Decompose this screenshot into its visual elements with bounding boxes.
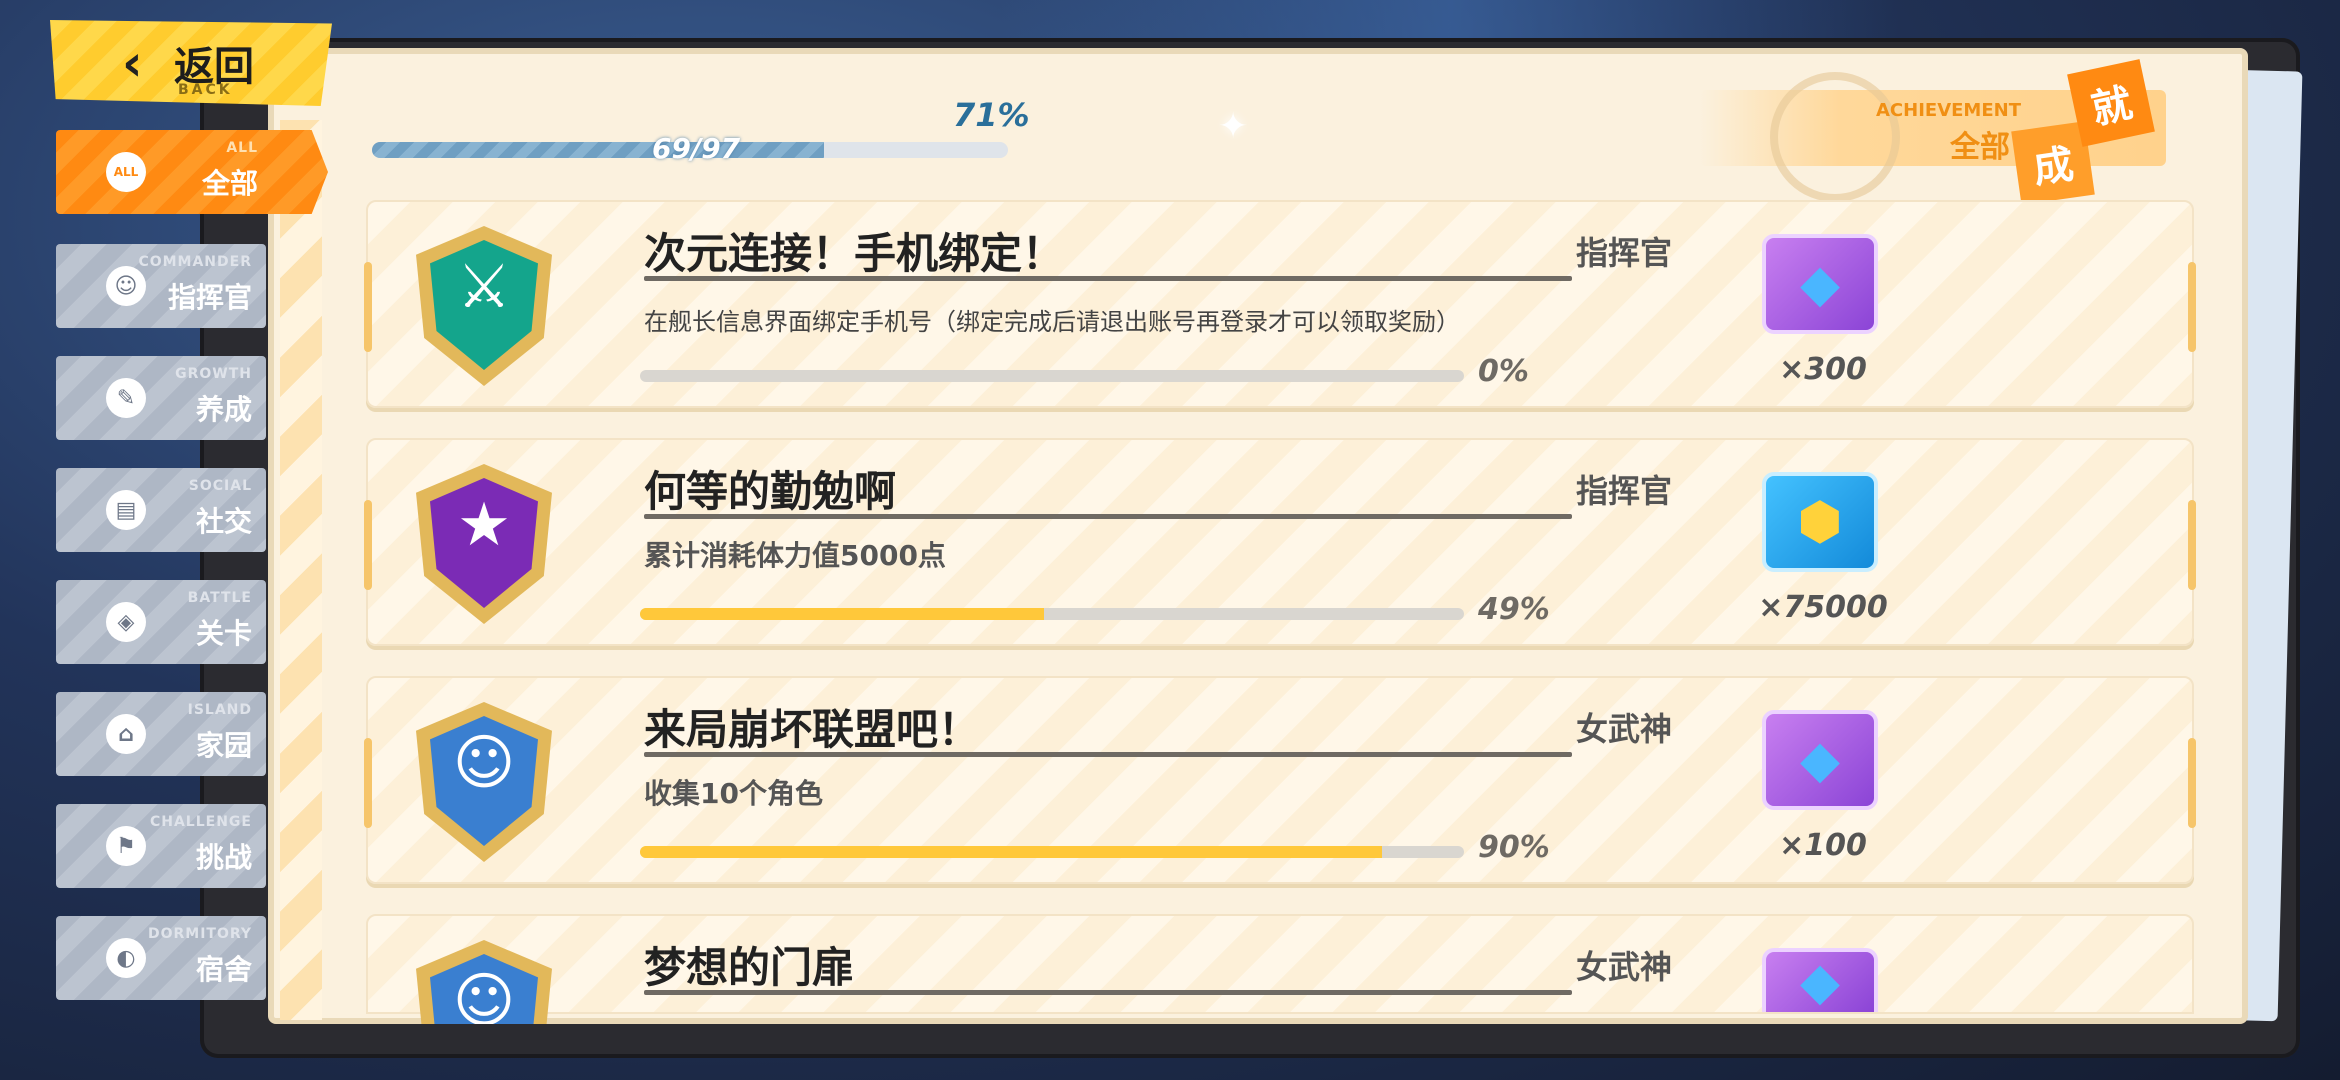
sidebar-item-en: DORMITORY — [147, 926, 252, 942]
achievement-percent: 0% — [1478, 354, 1529, 389]
id-card-icon: ▤ — [106, 490, 146, 530]
sidebar-item-en: GROWTH — [175, 366, 252, 382]
achievement-progress-bar — [640, 370, 1464, 382]
sidebar-item-en: BATTLE — [187, 590, 252, 606]
diamond-target-icon: ◈ — [106, 602, 146, 642]
header-category: 全部 — [1950, 130, 2010, 165]
sidebar-item-label: 全部 — [201, 167, 258, 200]
panel-stripe-edge — [280, 120, 322, 1020]
all-icon: ALL — [106, 152, 146, 192]
achievement-category: 指挥官 — [1575, 234, 1672, 272]
flag-icon: ⚑ — [106, 826, 146, 866]
achievement-category: 女武神 — [1575, 710, 1672, 748]
title-divider — [644, 514, 1572, 519]
dormitory-icon: ◐ — [106, 938, 146, 978]
reward-count: ×300 — [1779, 352, 1867, 387]
sidebar-item-label: 养成 — [195, 393, 252, 426]
title-divider — [644, 276, 1572, 281]
header-tag-jiu: 就 — [2067, 59, 2155, 147]
chevron-left-icon: ‹ — [122, 34, 143, 92]
achievement-badge-star-icon: ★ — [398, 448, 568, 638]
sidebar-item-label: 关卡 — [195, 617, 252, 650]
achievement-badge-gun-icon: ⚔ — [398, 210, 568, 400]
achievement-percent: 90% — [1478, 830, 1550, 865]
crystal-icon[interactable]: ◆ — [1762, 234, 1878, 334]
title-divider — [644, 752, 1572, 757]
achievement-description: 在舰长信息界面绑定手机号（绑定完成后请退出账号再登录才可以领取奖励） — [644, 308, 1460, 336]
crystal-icon[interactable]: ◆ — [1762, 948, 1878, 1012]
overall-progress-count: 69/97 — [652, 132, 741, 165]
notebook-icon: ✎ — [106, 378, 146, 418]
star-glyph: ★ — [457, 490, 511, 560]
sidebar-item-label: 宿舍 — [195, 953, 252, 986]
overall-progress-percent: 71% — [953, 96, 1030, 134]
reward-count: ×75000 — [1758, 590, 1888, 625]
achievement-title: 何等的勤勉啊 — [644, 467, 897, 516]
crystal-icon[interactable]: ◆ — [1762, 710, 1878, 810]
sparkle-icon: ✦ — [1218, 106, 1249, 147]
sidebar-item-label: 挑战 — [195, 841, 252, 874]
achievement-description: 累计消耗体力值5000点 — [644, 539, 946, 572]
achievement-progress-fill — [640, 846, 1382, 858]
sidebar-item-battle[interactable]: ◈ BATTLE 关卡 — [56, 580, 266, 664]
card-nub — [364, 738, 372, 828]
sidebar-item-label: 社交 — [195, 505, 252, 538]
sidebar-item-en: COMMANDER — [138, 254, 252, 270]
achievement-card[interactable]: ★ 何等的勤勉啊 指挥官 累计消耗体力值5000点 49% ⬢ ×75000 — [364, 438, 2196, 646]
sidebar-item-social[interactable]: ▤ SOCIAL 社交 — [56, 468, 266, 552]
sidebar-item-challenge[interactable]: ⚑ CHALLENGE 挑战 — [56, 804, 266, 888]
sidebar-item-island[interactable]: ⌂ ISLAND 家园 — [56, 692, 266, 776]
achievement-progress-fill — [640, 608, 1044, 620]
revolver-glyph: ⚔ — [457, 252, 511, 322]
card-nub — [364, 262, 372, 352]
home-icon: ⌂ — [106, 714, 146, 754]
character-glyph: ☺ — [452, 966, 516, 1024]
achievement-category: 指挥官 — [1575, 472, 1672, 510]
back-sublabel: BACK — [178, 82, 233, 98]
title-divider — [644, 990, 1572, 995]
card-nub — [2188, 262, 2196, 352]
sidebar-item-label: 指挥官 — [167, 281, 252, 314]
achievement-card[interactable]: ☺ 来局崩坏联盟吧！ 女武神 收集10个角色 90% ◆ ×100 — [364, 676, 2196, 884]
achievement-title: 梦想的门扉 — [644, 943, 855, 992]
achievement-card[interactable]: ⚔ 次元连接！手机绑定！ 指挥官 在舰长信息界面绑定手机号（绑定完成后请退出账号… — [364, 200, 2196, 408]
sidebar-item-en: CHALLENGE — [149, 814, 252, 830]
sidebar-item-en: ALL — [226, 140, 258, 156]
sidebar-item-en: SOCIAL — [188, 478, 252, 494]
achievement-card[interactable]: ☺ 梦想的门扉 女武神 ◆ — [366, 914, 2194, 1024]
achievement-badge-character-icon: ☺ — [398, 686, 568, 876]
achievement-category: 女武神 — [1575, 948, 1672, 986]
achievement-title: 来局崩坏联盟吧！ — [644, 705, 981, 754]
coin-icon[interactable]: ⬢ — [1762, 472, 1878, 572]
sidebar-item-growth[interactable]: ✎ GROWTH 养成 — [56, 356, 266, 440]
character-glyph: ☺ — [452, 728, 516, 798]
sidebar-item-en: ISLAND — [187, 702, 252, 718]
sidebar-item-commander[interactable]: ☺ COMMANDER 指挥官 — [56, 244, 266, 328]
sidebar-item-label: 家园 — [195, 729, 252, 762]
achievement-percent: 49% — [1478, 592, 1550, 627]
achievement-progress-bar — [640, 846, 1464, 858]
header-en: ACHIEVEMENT — [1876, 100, 2021, 121]
sidebar-item-all[interactable]: ALL ALL 全部 — [56, 130, 328, 214]
user-icon: ☺ — [106, 266, 146, 306]
back-button[interactable]: ‹ 返回 BACK — [50, 20, 332, 106]
achievement-description: 收集10个角色 — [644, 777, 823, 810]
card-nub — [364, 500, 372, 590]
achievement-title: 次元连接！手机绑定！ — [644, 229, 1065, 278]
card-nub — [2188, 738, 2196, 828]
card-nub — [2188, 500, 2196, 590]
sidebar-item-dormitory[interactable]: ◐ DORMITORY 宿舍 — [56, 916, 266, 1000]
laurel-emblem-icon — [1770, 72, 1900, 202]
achievement-progress-bar — [640, 608, 1464, 620]
overall-progress-fill — [372, 142, 825, 158]
reward-count: ×100 — [1779, 828, 1867, 863]
achievement-badge-character-icon: ☺ — [398, 924, 568, 1024]
